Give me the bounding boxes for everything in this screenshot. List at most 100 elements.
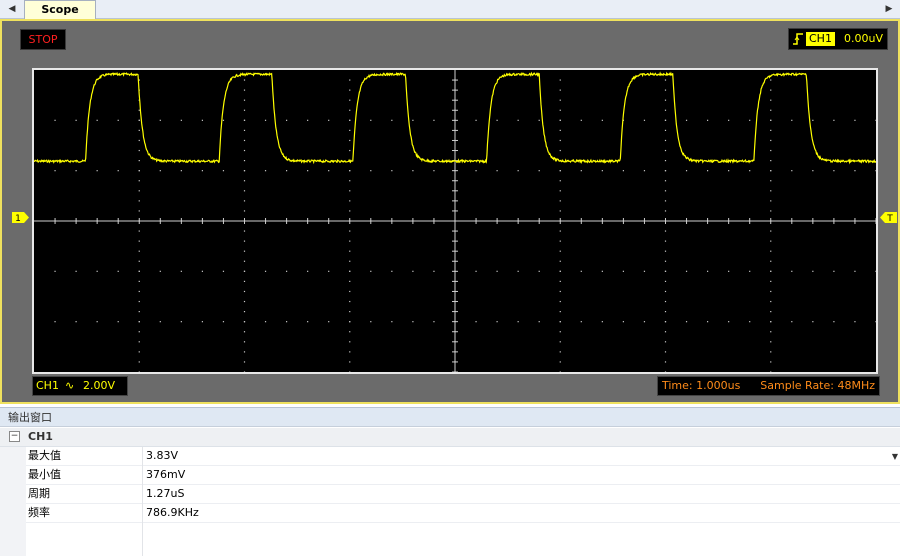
grid-dot	[517, 170, 519, 172]
grid-dot	[559, 109, 561, 111]
grid-dot	[243, 260, 246, 262]
grid-dot	[349, 260, 351, 262]
grid-dot	[349, 129, 351, 131]
grid-dot	[559, 99, 561, 101]
grid-dot	[349, 300, 351, 303]
grid-dot	[559, 180, 561, 182]
grid-dot	[307, 119, 309, 121]
trigger-info[interactable]: CH1 0.00uV	[788, 28, 888, 50]
waveform-display[interactable]	[32, 68, 878, 374]
grid-dot	[349, 170, 351, 172]
grid-dot	[243, 170, 246, 172]
grid-dot	[770, 99, 772, 101]
grid-dot	[664, 371, 667, 372]
measurement-name: 频率	[28, 506, 50, 519]
grid-dot	[770, 351, 772, 353]
grid-dot	[243, 300, 246, 303]
grid-dot	[349, 79, 351, 81]
grid-dot	[138, 240, 140, 242]
run-stop-status[interactable]: STOP	[20, 29, 66, 50]
grid-dot	[496, 119, 498, 121]
channel-1-scale-readout[interactable]: CH1 ∿ 2.00V	[32, 376, 128, 396]
grid-dot	[243, 109, 246, 111]
grid-dot	[812, 270, 814, 272]
grid-dot	[770, 139, 772, 142]
grid-dot	[159, 170, 161, 172]
grid-dot	[664, 361, 667, 363]
grid-dot	[75, 270, 77, 272]
grid-dot	[243, 89, 246, 91]
grid-dot	[349, 331, 351, 333]
table-row[interactable]: 最小值 376mV	[26, 466, 900, 485]
grid-dot	[833, 270, 835, 272]
grid-dot	[664, 190, 667, 192]
grid-dot	[770, 79, 772, 81]
grid-dot	[243, 149, 246, 152]
measurement-value: 1.27uS	[146, 487, 185, 500]
grid-dot	[664, 99, 667, 101]
grid-dot	[138, 270, 140, 272]
grid-dot	[770, 210, 772, 212]
table-row[interactable]: 频率 786.9KHz	[26, 504, 900, 523]
grid-dot	[138, 341, 140, 343]
grid-dot	[664, 351, 667, 353]
measurement-value: 376mV	[146, 468, 186, 481]
grid-dot	[349, 341, 351, 343]
grid-dot	[243, 311, 246, 313]
grid-dot	[349, 99, 351, 101]
volts-per-div: 2.00V	[83, 379, 116, 392]
grid-dot	[559, 371, 561, 372]
grid-dot	[664, 129, 667, 131]
grid-dot	[538, 270, 540, 272]
grid-dot	[664, 270, 667, 272]
grid-dot	[770, 149, 772, 152]
scope-panel: STOP CH1 0.00uV 1 T CH1 ∿ 2.00V Time: 1.…	[0, 19, 900, 404]
table-row[interactable]: 最大值 3.83V	[26, 447, 900, 466]
grid-dot	[433, 321, 435, 323]
grid-dot	[559, 129, 561, 131]
grid-dot	[770, 331, 772, 333]
grid-dot	[243, 210, 246, 212]
grid-dot	[475, 270, 477, 272]
grid-dot	[412, 119, 414, 121]
collapse-icon[interactable]: −	[9, 431, 20, 442]
grid-dot	[664, 311, 667, 313]
grid-dot	[117, 270, 119, 272]
grid-dot	[664, 210, 667, 212]
table-row[interactable]: 周期 1.27uS	[26, 485, 900, 504]
tab-scroll-right-icon[interactable]: ▶	[884, 2, 894, 16]
grid-dot	[75, 321, 77, 323]
scroll-indicator-icon[interactable]: ▼	[892, 452, 898, 461]
grid-dot	[559, 210, 561, 212]
grid-dot	[349, 180, 351, 182]
grid-dot	[559, 280, 561, 282]
channel-1-offset-marker[interactable]: 1	[12, 212, 30, 223]
grid-dot	[770, 180, 772, 182]
grid-dot	[770, 280, 772, 282]
trigger-level-marker[interactable]: T	[879, 212, 897, 223]
measurement-value: 786.9KHz	[146, 506, 199, 519]
grid-dot	[664, 321, 667, 323]
grid-dot	[496, 170, 498, 172]
grid-dot	[559, 321, 561, 323]
grid-dot	[643, 170, 646, 172]
grid-dot	[138, 170, 140, 172]
table-gutter	[0, 447, 26, 556]
tab-scroll-left-icon[interactable]: ◀	[7, 2, 17, 16]
grid-dot	[559, 139, 561, 142]
tab-scope[interactable]: Scope	[24, 0, 96, 19]
grid-dot	[222, 321, 225, 323]
measurement-group[interactable]: − CH1	[0, 428, 900, 447]
grid-dot	[433, 119, 435, 121]
grid-dot	[96, 119, 98, 121]
grid-dot	[222, 270, 225, 272]
grid-dot	[517, 321, 519, 323]
grid-dot	[664, 119, 667, 121]
grid-dot	[559, 149, 561, 152]
grid-dot	[559, 79, 561, 81]
grid-dot	[538, 119, 540, 121]
grid-dot	[201, 119, 203, 121]
grid-dot	[180, 170, 182, 172]
grid-dot	[349, 321, 351, 323]
grid-dot	[138, 230, 140, 232]
